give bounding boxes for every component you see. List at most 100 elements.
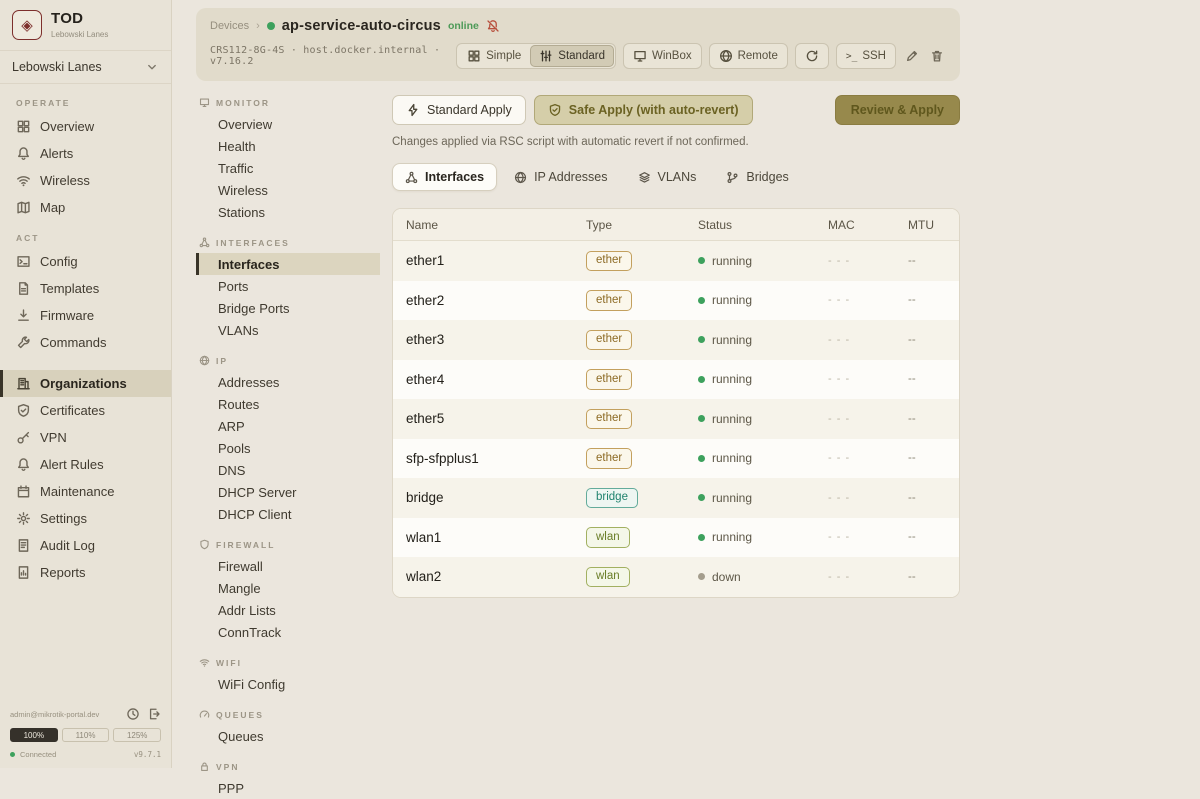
- session-history-button[interactable]: [126, 707, 140, 721]
- delete-device-button[interactable]: [928, 47, 946, 65]
- subnav-item-ppp[interactable]: PPP: [196, 777, 380, 799]
- subnav-section-label: VPN: [216, 762, 239, 772]
- sidebar-item-reports[interactable]: Reports: [0, 559, 171, 586]
- subnav-item-routes[interactable]: Routes: [196, 393, 380, 415]
- subnav-item-dns[interactable]: DNS: [196, 459, 380, 481]
- table-row: ether2 ether running - - - --: [393, 281, 959, 321]
- interface-name: ether2: [393, 293, 573, 308]
- subnav-item-wireless[interactable]: Wireless: [196, 179, 380, 201]
- brand-subtitle: Lebowski Lanes: [51, 30, 108, 39]
- column-header-status: Status: [685, 218, 815, 232]
- status-label: running: [712, 412, 752, 426]
- breadcrumb-devices[interactable]: Devices: [210, 20, 249, 32]
- subnav-item-firewall[interactable]: Firewall: [196, 555, 380, 577]
- subnav-item-arp[interactable]: ARP: [196, 415, 380, 437]
- sidebar-item-overview[interactable]: Overview: [0, 113, 171, 140]
- notifications-muted-icon[interactable]: [486, 19, 500, 33]
- globe-icon: [514, 171, 527, 184]
- standard-apply-button[interactable]: Standard Apply: [392, 95, 526, 125]
- sidebar-item-firmware[interactable]: Firmware: [0, 302, 171, 329]
- status-dot: [698, 534, 705, 541]
- subnav-item-traffic[interactable]: Traffic: [196, 157, 380, 179]
- column-header-mtu: MTU: [895, 218, 960, 232]
- sidebar-item-commands[interactable]: Commands: [0, 329, 171, 356]
- mac-value: - - -: [815, 571, 895, 583]
- org-selector[interactable]: Lebowski Lanes: [0, 51, 171, 84]
- status-label: running: [712, 293, 752, 307]
- remote-button[interactable]: Remote: [709, 43, 788, 69]
- table-row: ether1 ether running - - - --: [393, 241, 959, 281]
- sidebar-item-alert-rules[interactable]: Alert Rules: [0, 451, 171, 478]
- network-icon: [199, 237, 210, 248]
- standard-mode-button[interactable]: Standard: [530, 45, 614, 67]
- sidebar-item-config[interactable]: Config: [0, 248, 171, 275]
- sidebar-item-settings[interactable]: Settings: [0, 505, 171, 532]
- simple-mode-button[interactable]: Simple: [458, 45, 530, 67]
- sidebar-item-audit-log[interactable]: Audit Log: [0, 532, 171, 559]
- tab-ip-addresses[interactable]: IP Addresses: [501, 163, 620, 191]
- sidebar-item-templates[interactable]: Templates: [0, 275, 171, 302]
- status-label: running: [712, 451, 752, 465]
- connection-status-dot: [10, 752, 15, 757]
- map-icon: [16, 200, 31, 215]
- ssh-button[interactable]: >_ SSH: [836, 43, 896, 69]
- review-apply-button[interactable]: Review & Apply: [835, 95, 960, 125]
- subnav-item-dhcp-server[interactable]: DHCP Server: [196, 481, 380, 503]
- refresh-icon: [805, 49, 819, 63]
- subnav-section-ip: IP: [196, 355, 380, 371]
- sidebar-item-label: Reports: [40, 565, 86, 580]
- zoom-125-button[interactable]: 125%: [113, 728, 161, 742]
- sidebar-item-certificates[interactable]: Certificates: [0, 397, 171, 424]
- tab-bar: Interfaces IP Addresses VLANs Bridges: [392, 163, 960, 191]
- subnav-section-interfaces: INTERFACES: [196, 237, 380, 253]
- subnav-item-overview[interactable]: Overview: [196, 113, 380, 135]
- key-icon: [16, 430, 31, 445]
- subnav-item-dhcp-client[interactable]: DHCP Client: [196, 503, 380, 525]
- refresh-button[interactable]: [795, 43, 829, 69]
- subnav-item-bridge-ports[interactable]: Bridge Ports: [196, 297, 380, 319]
- wifi-icon: [16, 173, 31, 188]
- mac-value: - - -: [815, 373, 895, 385]
- sidebar-item-alerts[interactable]: Alerts: [0, 140, 171, 167]
- subnav-item-health[interactable]: Health: [196, 135, 380, 157]
- sidebar-item-maintenance[interactable]: Maintenance: [0, 478, 171, 505]
- tab-interfaces[interactable]: Interfaces: [392, 163, 497, 191]
- button-label: WinBox: [652, 50, 692, 62]
- main-panel: Standard Apply Safe Apply (with auto-rev…: [392, 95, 960, 799]
- subnav-item-addr-lists[interactable]: Addr Lists: [196, 599, 380, 621]
- subnav-item-ports[interactable]: Ports: [196, 275, 380, 297]
- subnav-item-pools[interactable]: Pools: [196, 437, 380, 459]
- sidebar-item-wireless[interactable]: Wireless: [0, 167, 171, 194]
- terminal-icon: [16, 254, 31, 269]
- sidebar-item-label: Certificates: [40, 403, 105, 418]
- subnav-item-stations[interactable]: Stations: [196, 201, 380, 223]
- interface-name: ether1: [393, 253, 573, 268]
- zoom-110-button[interactable]: 110%: [62, 728, 110, 742]
- subnav-section-label: IP: [216, 356, 228, 366]
- sidebar-item-label: Organizations: [40, 376, 127, 391]
- subnav-item-vlans[interactable]: VLANs: [196, 319, 380, 341]
- tab-vlans[interactable]: VLANs: [625, 163, 710, 191]
- sidebar-item-vpn[interactable]: VPN: [0, 424, 171, 451]
- winbox-button[interactable]: WinBox: [623, 43, 702, 69]
- subnav-item-wifi-config[interactable]: WiFi Config: [196, 673, 380, 695]
- button-label: Simple: [486, 50, 521, 62]
- gauge-icon: [199, 709, 210, 720]
- safe-apply-button[interactable]: Safe Apply (with auto-revert): [534, 95, 753, 125]
- connection-status: Connected: [20, 750, 56, 759]
- tab-bridges[interactable]: Bridges: [713, 163, 801, 191]
- subnav-item-addresses[interactable]: Addresses: [196, 371, 380, 393]
- subnav-item-conntrack[interactable]: ConnTrack: [196, 621, 380, 643]
- logout-button[interactable]: [147, 707, 161, 721]
- sidebar-item-organizations[interactable]: Organizations: [0, 370, 171, 397]
- shield-check-icon: [548, 103, 562, 117]
- chevron-down-icon: [145, 60, 159, 74]
- table-row: ether3 ether running - - - --: [393, 320, 959, 360]
- zoom-100-button[interactable]: 100%: [10, 728, 58, 742]
- subnav-item-interfaces[interactable]: Interfaces: [196, 253, 380, 275]
- edit-device-button[interactable]: [903, 47, 921, 65]
- monitor-icon: [199, 97, 210, 108]
- subnav-item-queues[interactable]: Queues: [196, 725, 380, 747]
- sidebar-item-map[interactable]: Map: [0, 194, 171, 221]
- subnav-item-mangle[interactable]: Mangle: [196, 577, 380, 599]
